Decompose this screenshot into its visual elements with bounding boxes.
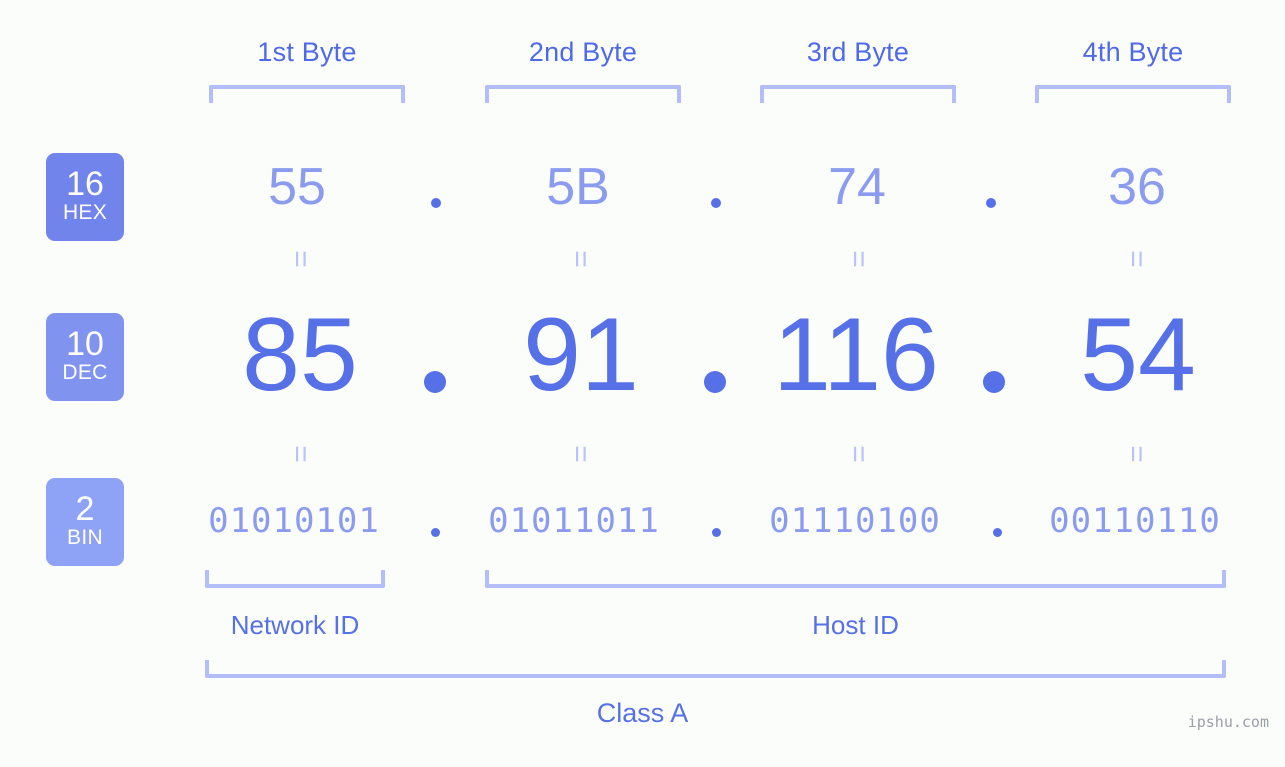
class-label: Class A — [596, 698, 689, 728]
bin-octet-1: 01010101 — [208, 501, 380, 541]
class-bracket — [205, 660, 1226, 678]
dec-separator-dot-3 — [983, 371, 1005, 393]
base-badge-dec-name: DEC — [62, 361, 108, 384]
byte-header-1: 1st Byte — [257, 37, 357, 67]
dec-octet-3: 116 — [773, 297, 939, 413]
base-badge-hex-number: 16 — [66, 165, 104, 203]
base-badge-dec-number: 10 — [66, 325, 104, 363]
dec-separator-dot-2 — [704, 371, 726, 393]
base-badge-bin: 2 BIN — [46, 478, 124, 566]
hex-octet-1: 55 — [268, 158, 326, 216]
equals-sign-hex-dec-4: = — [1120, 250, 1153, 268]
dec-octet-1: 85 — [242, 297, 358, 413]
hex-octet-4: 36 — [1108, 158, 1166, 216]
bin-separator-dot-2 — [712, 528, 721, 537]
equals-sign-hex-dec-2: = — [564, 250, 597, 268]
bin-octet-3: 01110100 — [769, 501, 941, 541]
base-badge-hex-name: HEX — [62, 201, 108, 224]
base-badge-bin-name: BIN — [67, 526, 103, 549]
byte-header-3: 3rd Byte — [806, 37, 910, 67]
hex-separator-dot-2 — [711, 198, 721, 208]
byte-bracket-4 — [1035, 85, 1231, 103]
network-id-bracket — [205, 570, 385, 588]
base-badge-bin-number: 2 — [75, 490, 95, 528]
hex-octet-3: 74 — [828, 158, 886, 216]
byte-header-2: 2nd Byte — [528, 37, 638, 67]
equals-sign-dec-bin-3: = — [842, 445, 875, 463]
host-id-bracket — [485, 570, 1226, 588]
dec-separator-dot-1 — [424, 371, 446, 393]
dec-octet-2: 91 — [523, 297, 639, 413]
equals-sign-dec-bin-4: = — [1120, 445, 1153, 463]
bin-separator-dot-1 — [431, 528, 440, 537]
equals-sign-dec-bin-2: = — [564, 445, 597, 463]
equals-sign-hex-dec-3: = — [842, 250, 875, 268]
site-watermark: ipshu.com — [1187, 713, 1269, 731]
ip-address-breakdown-diagram: 1st Byte 2nd Byte 3rd Byte 4th Byte 16 H… — [0, 0, 1285, 767]
dec-octet-4: 54 — [1080, 297, 1196, 413]
network-id-label: Network ID — [230, 610, 360, 640]
hex-octet-2: 5B — [546, 158, 610, 216]
base-badge-hex: 16 HEX — [46, 153, 124, 241]
byte-bracket-3 — [760, 85, 956, 103]
base-badge-dec: 10 DEC — [46, 313, 124, 401]
byte-bracket-1 — [209, 85, 405, 103]
host-id-label: Host ID — [812, 610, 899, 640]
equals-sign-hex-dec-1: = — [284, 250, 317, 268]
byte-bracket-2 — [485, 85, 681, 103]
bin-separator-dot-3 — [993, 528, 1002, 537]
bin-octet-4: 00110110 — [1049, 501, 1221, 541]
equals-sign-dec-bin-1: = — [284, 445, 317, 463]
hex-separator-dot-3 — [986, 198, 996, 208]
byte-header-4: 4th Byte — [1082, 37, 1184, 67]
bin-octet-2: 01011011 — [488, 501, 660, 541]
hex-separator-dot-1 — [431, 198, 441, 208]
